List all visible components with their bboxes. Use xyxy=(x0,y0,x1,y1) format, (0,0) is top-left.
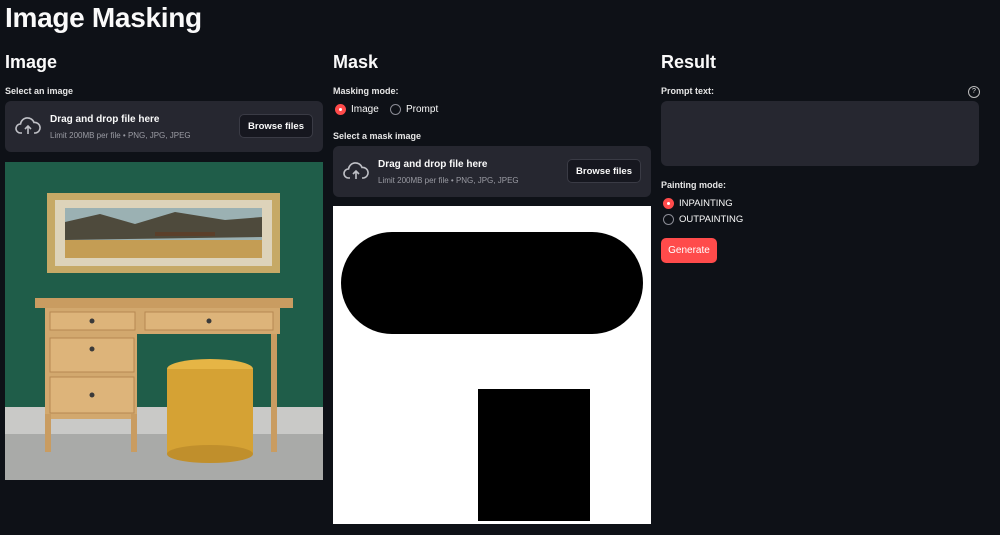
page-title: Image Masking xyxy=(5,2,202,33)
uploader-title: Drag and drop file here xyxy=(378,159,488,170)
cloud-upload-icon xyxy=(343,162,369,179)
prompt-text-label: Prompt text: xyxy=(661,86,715,96)
masking-mode-image-option[interactable]: Image xyxy=(335,104,379,115)
painting-mode-outpainting-option[interactable]: OUTPAINTING xyxy=(663,214,743,225)
masking-mode-prompt-option[interactable]: Prompt xyxy=(390,104,438,115)
painting-mode-label: Painting mode: xyxy=(661,180,726,190)
uploaded-image-preview xyxy=(5,162,323,480)
image-uploader[interactable]: Drag and drop file here Limit 200MB per … xyxy=(5,101,323,152)
painting-mode-inpainting-option[interactable]: INPAINTING xyxy=(663,198,733,209)
option-label: Prompt xyxy=(406,104,439,115)
radio-selected-icon xyxy=(335,104,346,115)
mask-uploader[interactable]: Drag and drop file here Limit 200MB per … xyxy=(333,146,651,197)
option-label: INPAINTING xyxy=(679,198,733,209)
cloud-upload-icon xyxy=(15,117,41,134)
browse-files-button[interactable]: Browse files xyxy=(239,114,313,138)
image-heading: Image xyxy=(5,52,58,72)
mask-image-preview xyxy=(333,206,651,524)
uploader-limit: Limit 200MB per file • PNG, JPG, JPEG xyxy=(378,176,519,185)
result-heading: Result xyxy=(661,52,717,72)
uploader-limit: Limit 200MB per file • PNG, JPG, JPEG xyxy=(50,131,191,140)
option-label: Image xyxy=(351,104,379,115)
option-label: OUTPAINTING xyxy=(679,214,744,225)
browse-files-button[interactable]: Browse files xyxy=(567,159,641,183)
masking-mode-label: Masking mode: xyxy=(333,86,399,96)
select-image-label: Select an image xyxy=(5,86,74,96)
generate-button[interactable]: Generate xyxy=(661,238,717,263)
prompt-textarea[interactable] xyxy=(661,101,979,166)
uploader-title: Drag and drop file here xyxy=(50,114,160,125)
select-mask-label: Select a mask image xyxy=(333,131,422,141)
radio-unselected-icon xyxy=(663,214,674,225)
radio-selected-icon xyxy=(663,198,674,209)
radio-unselected-icon xyxy=(390,104,401,115)
question-circle-icon[interactable]: ? xyxy=(968,86,980,98)
mask-heading: Mask xyxy=(333,52,379,72)
